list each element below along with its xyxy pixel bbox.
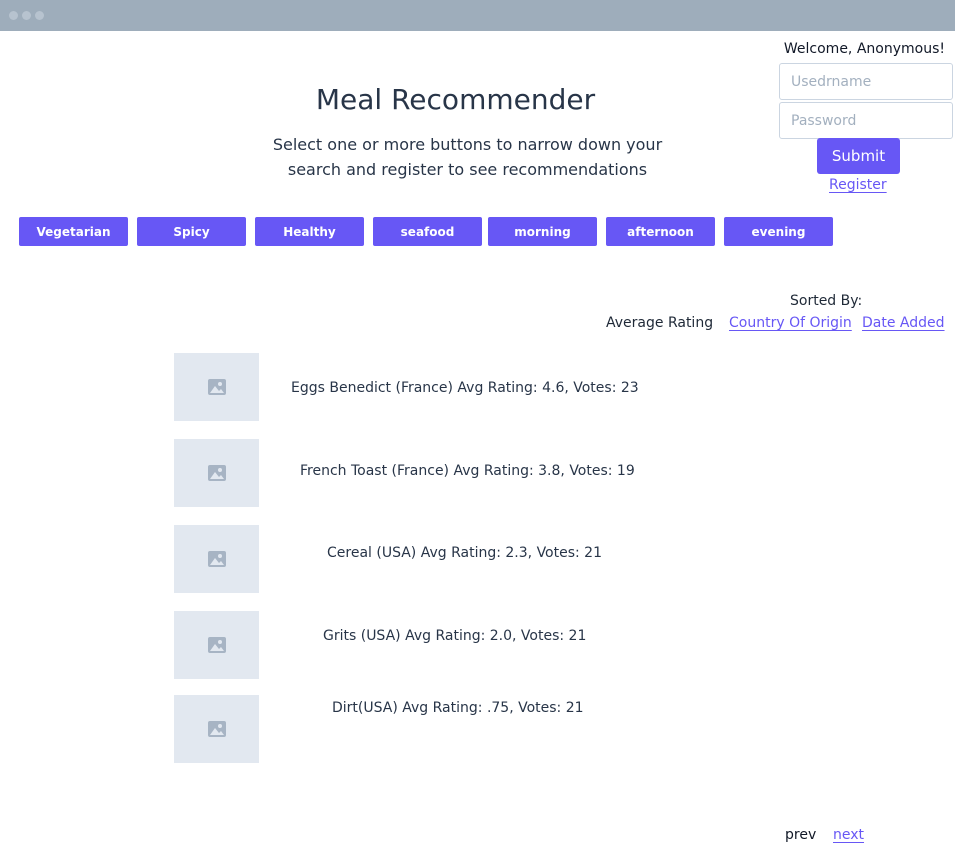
welcome-message: Welcome, Anonymous!: [783, 41, 945, 57]
meal-info: Grits (USA) Avg Rating: 2.0, Votes: 21: [323, 628, 587, 644]
sort-country-of-origin-link[interactable]: Country Of Origin: [729, 315, 852, 331]
filter-healthy-button[interactable]: Healthy: [255, 217, 364, 246]
image-placeholder-icon: [207, 465, 226, 481]
pagination-next-link[interactable]: next: [833, 827, 864, 843]
window-dot-icon: [22, 11, 31, 20]
page-title: Meal Recommender: [315, 83, 596, 116]
page: Welcome, Anonymous! Submit Register Meal…: [0, 31, 955, 857]
meal-info: Cereal (USA) Avg Rating: 2.3, Votes: 21: [327, 545, 602, 561]
subtitle-line: Select one or more buttons to narrow dow…: [272, 135, 663, 154]
meal-thumbnail: [174, 353, 259, 421]
meal-thumbnail: [174, 695, 259, 763]
filter-evening-button[interactable]: evening: [724, 217, 833, 246]
meal-info: French Toast (France) Avg Rating: 3.8, V…: [300, 463, 635, 479]
sort-heading: Sorted By:: [790, 293, 863, 309]
sort-average-rating: Average Rating: [606, 315, 714, 331]
sort-date-added-link[interactable]: Date Added: [862, 315, 945, 331]
subtitle-line: search and register to see recommendatio…: [287, 160, 648, 179]
filter-morning-button[interactable]: morning: [488, 217, 597, 246]
window-dot-icon: [35, 11, 44, 20]
meal-thumbnail: [174, 439, 259, 507]
filter-seafood-button[interactable]: seafood: [373, 217, 482, 246]
meal-info: Eggs Benedict (France) Avg Rating: 4.6, …: [291, 380, 639, 396]
image-placeholder-icon: [207, 721, 226, 737]
image-placeholder-icon: [207, 551, 226, 567]
filter-afternoon-button[interactable]: afternoon: [606, 217, 715, 246]
window-dot-icon: [9, 11, 18, 20]
meal-thumbnail: [174, 525, 259, 593]
meal-info: Dirt(USA) Avg Rating: .75, Votes: 21: [332, 700, 584, 716]
image-placeholder-icon: [207, 637, 226, 653]
image-placeholder-icon: [207, 379, 226, 395]
meal-thumbnail: [174, 611, 259, 679]
filter-vegetarian-button[interactable]: Vegetarian: [19, 217, 128, 246]
filter-spicy-button[interactable]: Spicy: [137, 217, 246, 246]
page-subtitle: Select one or more buttons to narrow dow…: [0, 132, 955, 182]
browser-title-bar: [0, 0, 955, 31]
pagination-prev[interactable]: prev: [785, 827, 816, 843]
